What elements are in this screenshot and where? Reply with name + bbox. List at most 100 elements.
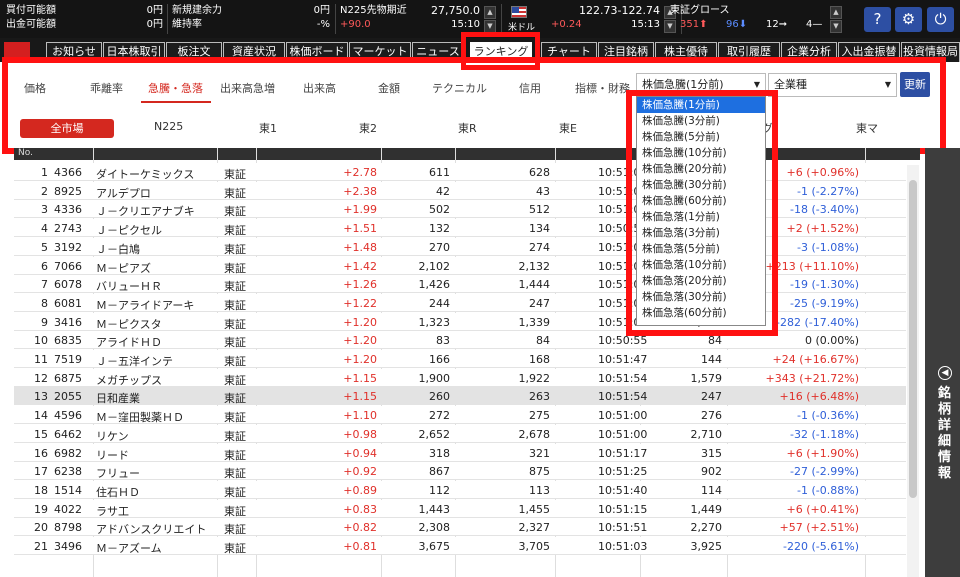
current-price: 1,444 — [518, 278, 551, 292]
base-price: 2,710 — [690, 427, 723, 441]
day-change: +57 (+2.51%) — [779, 521, 859, 535]
usd-down-arrow-icon[interactable]: ▼ — [664, 20, 676, 33]
market-name: 東証 — [224, 392, 246, 406]
stock-code: 7066 — [54, 259, 82, 273]
growth-up-arrow-icon[interactable]: ▲ — [830, 6, 842, 19]
table-row[interactable]: 19 4022 ラサ工 東証 +0.83 1,443 1,455 10:51:15 1,449 +… — [14, 499, 906, 518]
table-row[interactable]: 18 1514 住石ＨＤ 東証 +0.89 112 113 10:51:40 114 -1 (-0… — [14, 480, 906, 499]
change-rate: +0.89 — [343, 483, 377, 497]
current-price: 628 — [529, 166, 550, 179]
stock-detail-panel-toggle[interactable] — [925, 148, 960, 577]
stock-name: Ｍ－窪田製薬ＨＤ — [96, 411, 184, 425]
usd-value: 122.73-122.74 — [579, 4, 660, 17]
day-change: +16 (+6.48%) — [779, 390, 859, 404]
power-icon[interactable]: ⏻ — [927, 7, 954, 32]
price-time: 10:51:40 — [598, 483, 648, 497]
table-row[interactable]: 20 8798 アドバンスクリエイト 東証 +0.82 2,308 2,327 10:51:5… — [14, 518, 906, 537]
row-number: 1 — [41, 166, 48, 179]
market-name: 東証 — [224, 485, 246, 499]
stock-name: Ｊ－白鳩 — [96, 242, 140, 256]
row-number: 11 — [34, 353, 48, 366]
row-number: 13 — [34, 390, 48, 404]
row-number: 19 — [34, 502, 48, 516]
previous-price: 2,652 — [418, 427, 451, 441]
col-no-header: No. — [18, 148, 33, 158]
growth-down-arrow-icon[interactable]: ▼ — [830, 20, 842, 33]
scrollbar-thumb[interactable] — [909, 180, 917, 498]
row-number: 9 — [41, 315, 48, 329]
previous-price: 166 — [429, 353, 450, 366]
base-price: 315 — [701, 446, 722, 460]
day-change: +6 (+0.41%) — [786, 502, 859, 516]
stock-code: 1514 — [54, 483, 82, 497]
table-row[interactable]: 15 6462 リケン 東証 +0.98 2,652 2,678 10:51:00 2,710 -… — [14, 424, 906, 443]
stock-code: 4366 — [54, 166, 82, 179]
table-header: No. — [14, 148, 920, 160]
stock-code: 4022 — [54, 502, 82, 516]
help-icon[interactable]: ? — [864, 7, 891, 32]
day-change: 0 (0.00%) — [804, 334, 859, 348]
stock-name: Ｊ－ピクセル — [96, 224, 162, 238]
previous-price: 1,426 — [418, 278, 451, 292]
price-time: 10:51:25 — [598, 465, 648, 479]
stock-code: 2743 — [54, 222, 82, 236]
market-name: 東証 — [224, 242, 246, 256]
table-row[interactable]: 14 4596 Ｍ－窪田製薬ＨＤ 東証 +1.10 272 275 10:51:00 276 -1… — [14, 406, 906, 425]
table-row[interactable]: 21 3496 Ｍ－アズーム 東証 +0.81 3,675 3,705 10:51:03 3,9… — [14, 537, 906, 555]
n225-label: N225先物期近 — [340, 5, 407, 16]
us-flag-icon — [511, 6, 527, 18]
other-count: 4— — [806, 19, 823, 30]
decline-count: 96⬇ — [726, 19, 748, 30]
stock-code: 2055 — [54, 390, 82, 404]
row-number: 17 — [34, 465, 48, 479]
row-number: 18 — [34, 483, 48, 497]
stock-name: アライドＨＤ — [96, 336, 162, 350]
stock-code: 6238 — [54, 465, 82, 479]
previous-price: 2,102 — [418, 259, 451, 273]
row-number: 14 — [34, 409, 48, 423]
price-time: 10:51:00 — [598, 409, 648, 423]
current-price: 2,132 — [518, 259, 551, 273]
stock-name: ダイトーケミックス — [96, 168, 195, 181]
table-row[interactable]: 11 7519 Ｊ－五洋インテ 東証 +1.20 166 168 10:51:47 144 +24… — [14, 350, 906, 368]
table-row[interactable]: 17 6238 フリュー 東証 +0.92 867 875 10:51:25 902 -27 (-… — [14, 462, 906, 481]
advance-count: 351⬆ — [680, 19, 708, 30]
day-change: +24 (+16.67%) — [772, 353, 859, 366]
stock-code: 6081 — [54, 296, 82, 310]
stock-name: Ｊ－五洋インテ — [96, 355, 173, 368]
previous-price: 2,308 — [418, 521, 451, 535]
base-price: 84 — [708, 334, 722, 348]
current-price: 43 — [536, 184, 550, 198]
current-price: 263 — [529, 390, 550, 404]
price-time: 10:51:00 — [598, 427, 648, 441]
current-price: 1,922 — [518, 371, 551, 385]
previous-price: 502 — [429, 203, 450, 217]
current-price: 168 — [529, 353, 550, 366]
usd-change: +0.24 — [551, 19, 582, 30]
previous-price: 1,900 — [418, 371, 451, 385]
stock-code: 6835 — [54, 334, 82, 348]
table-row[interactable]: 16 6982 リード 東証 +0.94 318 321 10:51:17 315 +6 (+1.… — [14, 443, 906, 462]
maintenance-value: -% — [316, 19, 330, 30]
n225-up-arrow-icon[interactable]: ▲ — [484, 6, 496, 19]
market-name: 東証 — [224, 411, 246, 425]
chevron-left-icon: ◀ — [938, 366, 952, 380]
stock-code: 8798 — [54, 521, 82, 535]
gear-icon[interactable]: ⚙ — [895, 7, 922, 32]
table-row[interactable]: 13 2055 日和産業 東証 +1.15 260 263 10:51:54 247 +16 (+… — [14, 387, 906, 406]
row-number: 20 — [34, 521, 48, 535]
previous-price: 83 — [436, 334, 450, 348]
day-change: -1 (-0.36%) — [797, 409, 859, 423]
change-rate: +1.20 — [343, 334, 377, 348]
growth-index-label: 東証グロース — [670, 5, 730, 16]
price-time: 10:51:17 — [598, 446, 648, 460]
unchanged-count: 12➞ — [766, 19, 788, 30]
stock-name: メガチップス — [96, 373, 162, 387]
change-rate: +0.83 — [343, 502, 377, 516]
withdrawable-value: 0円 — [146, 19, 163, 30]
stock-code: 3416 — [54, 315, 82, 329]
change-rate: +1.10 — [343, 409, 377, 423]
n225-change: +90.0 — [340, 19, 371, 30]
table-row[interactable]: 12 6875 メガチップス 東証 +1.15 1,900 1,922 10:51:54 1,5… — [14, 368, 906, 387]
row-number: 5 — [41, 240, 48, 254]
